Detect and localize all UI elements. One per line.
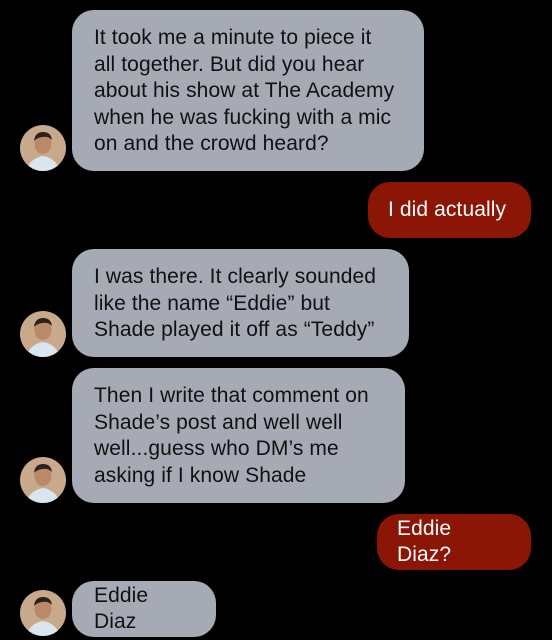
message-text: Then I write that comment on Shade’s pos… [94, 384, 369, 487]
message-text: Eddie Diaz? [397, 516, 452, 567]
incoming-message-bubble[interactable]: Then I write that comment on Shade’s pos… [72, 368, 405, 503]
contact-photo-icon [20, 590, 66, 636]
message-text: Eddie Diaz [94, 583, 149, 634]
message-text: I was there. It clearly sounded like the… [94, 265, 377, 341]
contact-avatar[interactable] [20, 125, 66, 171]
incoming-message-bubble[interactable]: It took me a minute to piece it all toge… [72, 10, 424, 171]
message-thread[interactable]: It took me a minute to piece it all toge… [0, 0, 552, 640]
message-text: I did actually [388, 197, 507, 221]
contact-photo-icon [20, 311, 66, 357]
outgoing-message-bubble[interactable]: Eddie Diaz? [377, 514, 531, 570]
contact-avatar[interactable] [20, 311, 66, 357]
contact-avatar[interactable] [20, 590, 66, 636]
incoming-message-bubble[interactable]: I was there. It clearly sounded like the… [72, 249, 409, 357]
contact-avatar[interactable] [20, 457, 66, 503]
incoming-message-bubble[interactable]: Eddie Diaz [72, 581, 216, 637]
outgoing-message-bubble[interactable]: I did actually [368, 182, 531, 238]
contact-photo-icon [20, 457, 66, 503]
message-text: It took me a minute to piece it all toge… [94, 26, 395, 155]
contact-photo-icon [20, 125, 66, 171]
